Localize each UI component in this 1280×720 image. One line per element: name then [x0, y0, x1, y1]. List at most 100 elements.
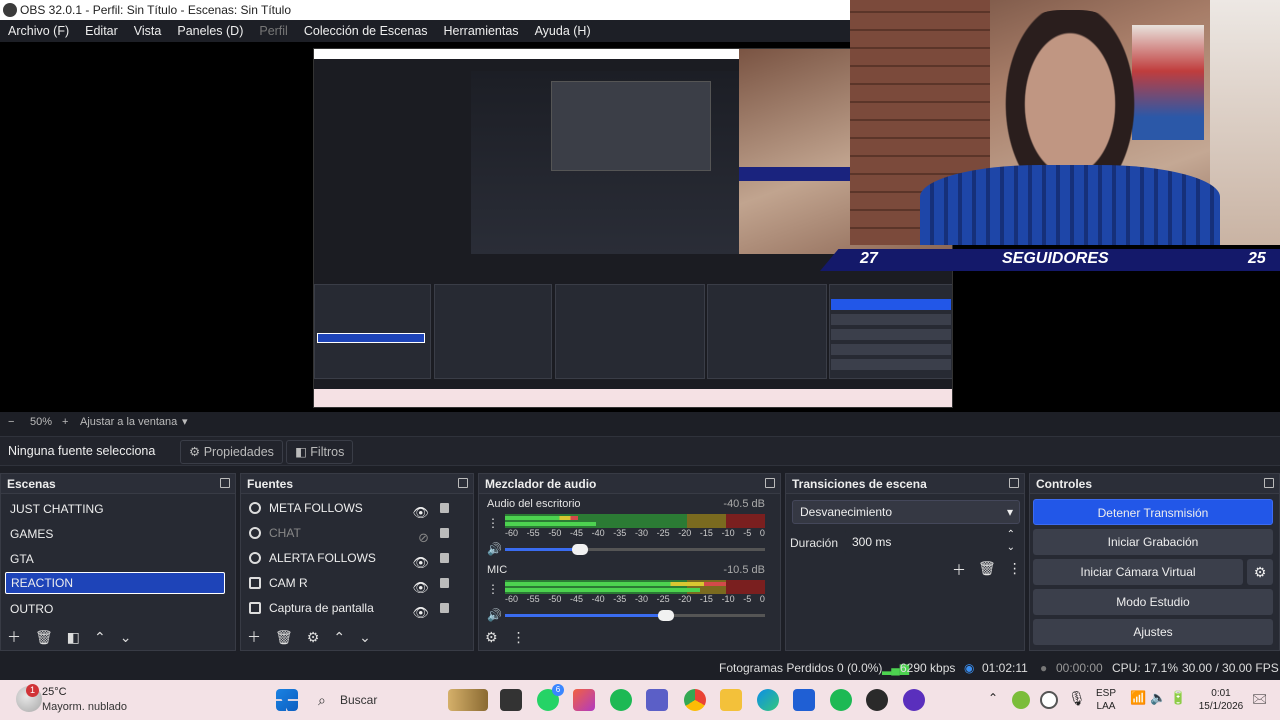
start-virtual-camera-button[interactable]: Iniciar Cámara Virtual	[1033, 559, 1243, 585]
lock-icon[interactable]	[440, 528, 449, 538]
arrow-up-icon[interactable]: ⌃	[94, 629, 106, 646]
filters-button[interactable]: ◧ Filtros	[286, 440, 354, 464]
chevron-up-icon[interactable]: ⌃	[988, 691, 998, 705]
arrow-up-icon[interactable]: ⌃	[333, 629, 345, 646]
clock-time[interactable]: 0:01	[1196, 687, 1246, 700]
zoom-in-button[interactable]: +	[62, 414, 68, 430]
spotify-icon[interactable]	[610, 689, 632, 711]
speaker-icon[interactable]: 🔊	[487, 542, 502, 556]
copilot-icon[interactable]	[573, 689, 595, 711]
lang-layout[interactable]: LAA	[1094, 700, 1118, 713]
duration-spinbox[interactable]: 300 ms ⌃ ⌄	[844, 529, 1020, 554]
undock-icon[interactable]	[458, 478, 468, 488]
undock-icon[interactable]	[1264, 478, 1274, 488]
gear-icon[interactable]: ⚙	[307, 629, 320, 646]
volume-icon[interactable]: 🔈	[1150, 690, 1166, 706]
trash-icon[interactable]: 🗑	[275, 629, 293, 646]
store-icon[interactable]	[793, 689, 815, 711]
lock-icon[interactable]	[440, 578, 449, 588]
scene-item[interactable]: JUST CHATTING	[5, 498, 225, 520]
clock-date[interactable]: 15/1/2026	[1196, 700, 1246, 713]
follower-count-left: 27	[860, 250, 878, 267]
widget-icon[interactable]	[448, 689, 488, 711]
add-icon[interactable]: ＋	[7, 627, 21, 647]
filter-icon: ◧	[295, 445, 307, 459]
taskbar-search[interactable]: ⌕ Buscar	[308, 686, 448, 714]
edge-icon[interactable]	[757, 689, 779, 711]
undock-icon[interactable]	[220, 478, 230, 488]
trash-icon[interactable]: 🗑	[35, 629, 53, 646]
lock-icon[interactable]	[440, 553, 449, 563]
teams-icon[interactable]	[646, 689, 668, 711]
undock-icon[interactable]	[1009, 478, 1019, 488]
volume-slider[interactable]	[505, 544, 765, 555]
kebab-menu-icon[interactable]: ⋮	[487, 516, 499, 530]
spin-arrows-icon: ⌃ ⌄	[1006, 529, 1015, 553]
lang-code[interactable]: ESP	[1094, 687, 1118, 700]
eye-icon[interactable]: 👁	[412, 601, 429, 625]
battery-icon[interactable]: 🔋	[1170, 690, 1186, 706]
notifications-icon[interactable]: 🖂	[1252, 690, 1267, 712]
zoom-out-button[interactable]: −	[8, 414, 14, 430]
scene-item[interactable]: GTA	[5, 548, 225, 570]
whatsapp-badge: 6	[552, 684, 564, 696]
undock-icon[interactable]	[765, 478, 775, 488]
filter-icon[interactable]: ◧	[67, 629, 80, 646]
lock-icon[interactable]	[440, 603, 449, 613]
scene-item-selected[interactable]: REACTION	[5, 572, 225, 594]
terminal-icon[interactable]	[500, 689, 522, 711]
chrome-icon[interactable]	[684, 689, 706, 711]
title-bar: OBS 32.0.1 - Perfil: Sin Título - Escena…	[0, 0, 850, 20]
add-icon[interactable]: ＋	[247, 627, 261, 647]
wifi-icon[interactable]: 📶	[1130, 690, 1146, 706]
source-item[interactable]: CAM R 👁	[245, 571, 453, 595]
arrow-down-icon[interactable]: ⌄	[359, 629, 371, 646]
menu-editar[interactable]: Editar	[77, 20, 126, 42]
settings-button[interactable]: Ajustes	[1033, 619, 1273, 645]
source-item[interactable]: META FOLLOWS 👁	[245, 496, 453, 520]
transitions-title: Transiciones de escena	[792, 477, 927, 491]
zoom-value: 50%	[30, 416, 53, 428]
studio-mode-button[interactable]: Modo Estudio	[1033, 589, 1273, 615]
scene-item[interactable]: OUTRO	[5, 598, 225, 620]
menu-vista[interactable]: Vista	[126, 20, 170, 42]
gear-icon[interactable]: ⚙	[485, 629, 498, 646]
fit-window-dropdown[interactable]: Ajustar a la ventana	[80, 414, 177, 430]
menu-herramientas[interactable]: Herramientas	[436, 20, 527, 42]
level-meter	[505, 580, 765, 594]
transition-select[interactable]: Desvanecimiento ▾	[792, 500, 1020, 524]
mixer-toolbar: ⚙ ⋮	[485, 628, 526, 646]
source-item[interactable]: CHAT ⊘	[245, 521, 453, 545]
windows-start-icon[interactable]	[276, 689, 298, 711]
lock-icon[interactable]	[440, 503, 449, 513]
virtual-camera-settings-icon[interactable]: ⚙	[1247, 559, 1273, 585]
menu-perfil[interactable]: Perfil	[251, 20, 295, 42]
obs-taskbar-icon[interactable]	[866, 689, 888, 711]
menu-coleccion[interactable]: Colección de Escenas	[296, 20, 436, 42]
file-explorer-icon[interactable]	[720, 689, 742, 711]
source-item[interactable]: ALERTA FOLLOWS 👁	[245, 546, 453, 570]
menu-ayuda[interactable]: Ayuda (H)	[527, 20, 599, 42]
mic-icon[interactable]: 🎙	[1068, 690, 1086, 707]
chevron-down-icon[interactable]: ▾	[182, 414, 188, 430]
kebab-menu-icon[interactable]: ⋮	[512, 629, 526, 646]
spotify-icon[interactable]	[830, 689, 852, 711]
arrow-down-icon[interactable]: ⌄	[120, 629, 132, 646]
source-item[interactable]: Captura de pantalla 👁	[245, 596, 453, 620]
stop-streaming-button[interactable]: Detener Transmisión	[1033, 499, 1273, 525]
add-icon[interactable]: ＋	[952, 560, 966, 580]
kebab-menu-icon[interactable]: ⋮	[1008, 560, 1022, 580]
scene-item[interactable]: GAMES	[5, 523, 225, 545]
sync-icon[interactable]	[1040, 691, 1058, 709]
trash-icon[interactable]: 🗑	[978, 560, 996, 580]
volume-slider[interactable]	[505, 610, 765, 621]
kebab-menu-icon[interactable]: ⋮	[487, 582, 499, 596]
menu-archivo[interactable]: Archivo (F)	[0, 20, 77, 42]
start-recording-button[interactable]: Iniciar Grabación	[1033, 529, 1273, 555]
menu-paneles[interactable]: Paneles (D)	[169, 20, 251, 42]
speaker-icon[interactable]: 🔊	[487, 608, 502, 622]
properties-button[interactable]: ⚙ Propiedades	[180, 440, 283, 464]
tray-app-icon[interactable]	[1012, 691, 1030, 709]
app-icon[interactable]	[903, 689, 925, 711]
cpu-usage: CPU: 17.1%	[1112, 661, 1179, 675]
